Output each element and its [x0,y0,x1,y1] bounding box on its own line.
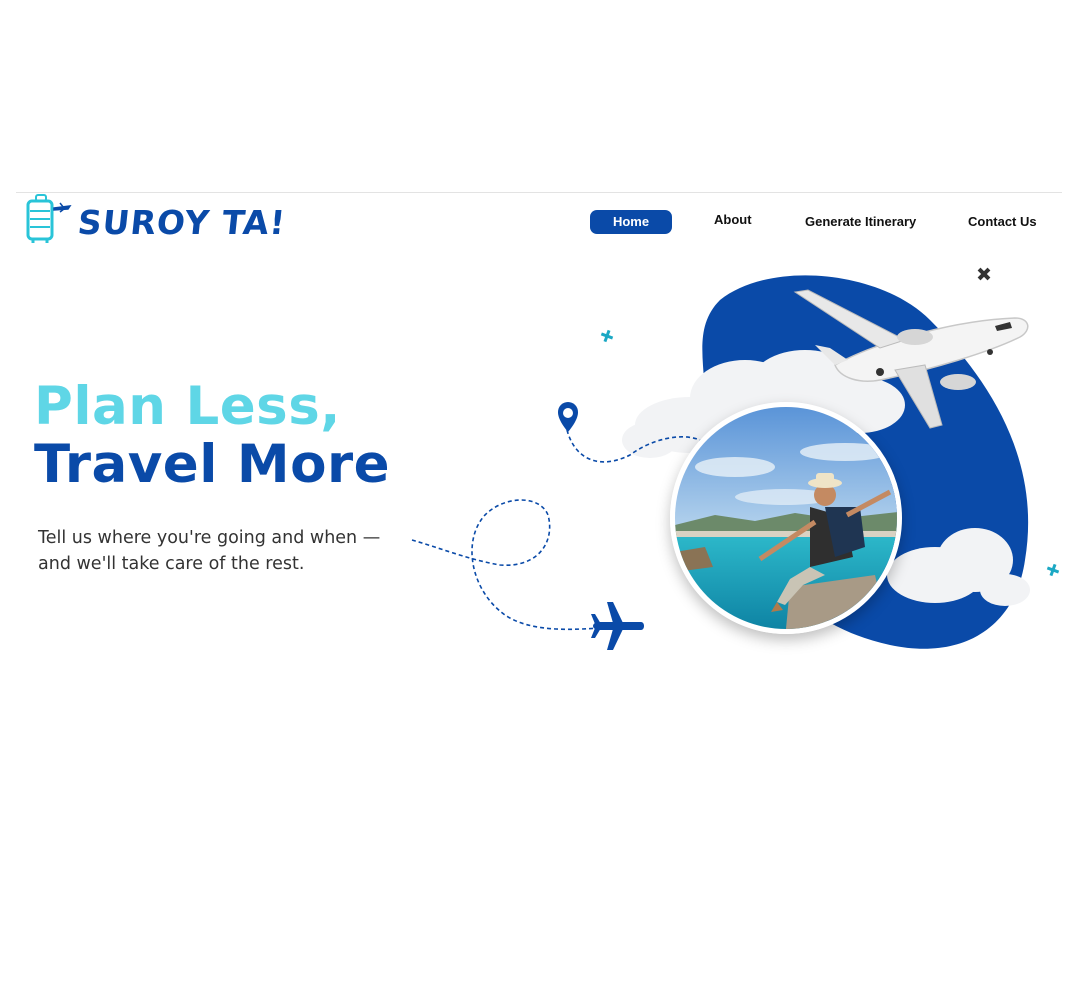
traveler-photo-scene [675,407,897,629]
nav-about[interactable]: About [714,208,752,232]
nav-home[interactable]: Home [590,210,672,234]
nav-contact-us[interactable]: Contact Us [968,210,1037,234]
main-nav: Home About Generate Itinerary Contact Us [0,210,1080,234]
nav-generate-itinerary[interactable]: Generate Itinerary [805,210,916,234]
hero-headline: Plan Less, Travel More [34,378,390,494]
hero-tagline: Tell us where you're going and when — an… [38,525,380,577]
headline-line-1: Plan Less, [34,376,341,437]
headline-line-2: Travel More [34,434,391,495]
traveler-photo [670,402,902,634]
tagline-line-2: and we'll take care of the rest. [38,554,305,574]
tagline-line-1: Tell us where you're going and when — [38,528,381,548]
